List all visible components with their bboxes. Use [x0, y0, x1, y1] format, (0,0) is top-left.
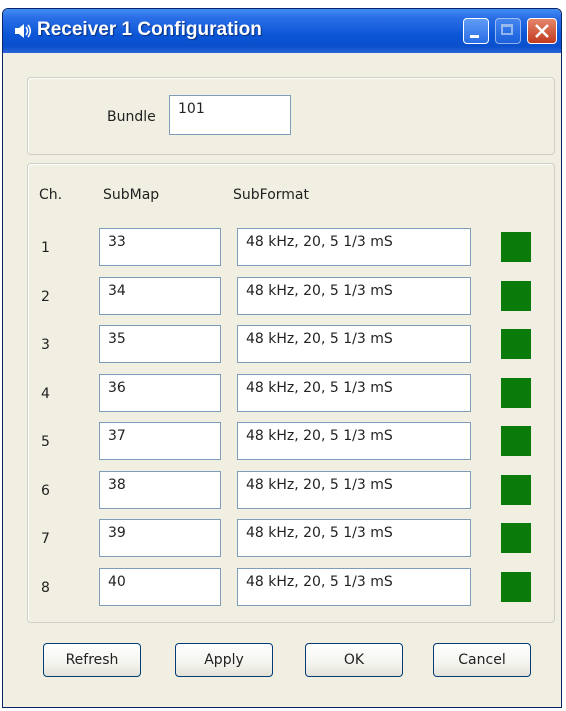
- refresh-button[interactable]: Refresh: [43, 643, 141, 677]
- subformat-input[interactable]: 48 kHz, 20, 5 1/3 mS: [237, 470, 471, 509]
- apply-button[interactable]: Apply: [175, 643, 273, 677]
- subformat-column-header: SubFormat: [233, 187, 309, 203]
- submap-input[interactable]: 39: [99, 519, 221, 557]
- channel-number: 5: [41, 434, 50, 450]
- channel-number: 6: [41, 482, 50, 499]
- submap-input[interactable]: 35: [99, 325, 221, 363]
- submap-input[interactable]: 33: [99, 228, 221, 266]
- channel-number: 7: [41, 531, 50, 547]
- channel-number: 8: [41, 579, 50, 596]
- subformat-input[interactable]: 48 kHz, 20, 5 1/3 mS: [237, 325, 471, 363]
- minimize-icon[interactable]: [463, 18, 489, 44]
- subformat-input[interactable]: 48 kHz, 20, 5 1/3 mS: [237, 422, 471, 460]
- submap-column-header: SubMap: [103, 187, 160, 203]
- submap-input[interactable]: 34: [99, 276, 221, 315]
- close-icon[interactable]: [527, 18, 557, 44]
- channel-number: 4: [41, 385, 50, 402]
- subformat-input[interactable]: 48 kHz, 20, 5 1/3 mS: [237, 373, 471, 412]
- submap-input[interactable]: 37: [99, 422, 221, 460]
- ok-button[interactable]: OK: [305, 643, 403, 677]
- submap-input[interactable]: 36: [99, 373, 221, 412]
- channel-status-indicator: [501, 329, 531, 359]
- bundle-label: Bundle: [107, 109, 156, 125]
- subformat-input[interactable]: 48 kHz, 20, 5 1/3 mS: [237, 567, 471, 606]
- speaker-icon: [15, 24, 32, 38]
- channel-status-indicator: [501, 523, 531, 553]
- channel-status-indicator: [501, 280, 531, 311]
- title-bar[interactable]: Receiver 1 Configuration: [3, 9, 561, 53]
- configuration-dialog: Receiver 1 Configuration Bundle 101 Ch. …: [2, 8, 562, 708]
- channel-number: 1: [41, 240, 50, 256]
- channel-status-indicator: [501, 571, 531, 602]
- channel-status-indicator: [501, 232, 531, 262]
- channel-number: 3: [41, 337, 50, 353]
- channel-status-indicator: [501, 426, 531, 456]
- channel-column-header: Ch.: [39, 187, 63, 203]
- channel-status-indicator: [501, 474, 531, 505]
- submap-input[interactable]: 40: [99, 567, 221, 606]
- channel-status-indicator: [501, 377, 531, 408]
- maximize-icon[interactable]: [495, 18, 521, 44]
- subformat-input[interactable]: 48 kHz, 20, 5 1/3 mS: [237, 519, 471, 557]
- subformat-input[interactable]: 48 kHz, 20, 5 1/3 mS: [237, 228, 471, 266]
- window-title: Receiver 1 Configuration: [37, 19, 262, 40]
- bundle-input[interactable]: 101: [169, 95, 291, 135]
- subformat-input[interactable]: 48 kHz, 20, 5 1/3 mS: [237, 276, 471, 315]
- cancel-button[interactable]: Cancel: [433, 643, 531, 677]
- submap-input[interactable]: 38: [99, 470, 221, 509]
- channel-number: 2: [41, 288, 50, 305]
